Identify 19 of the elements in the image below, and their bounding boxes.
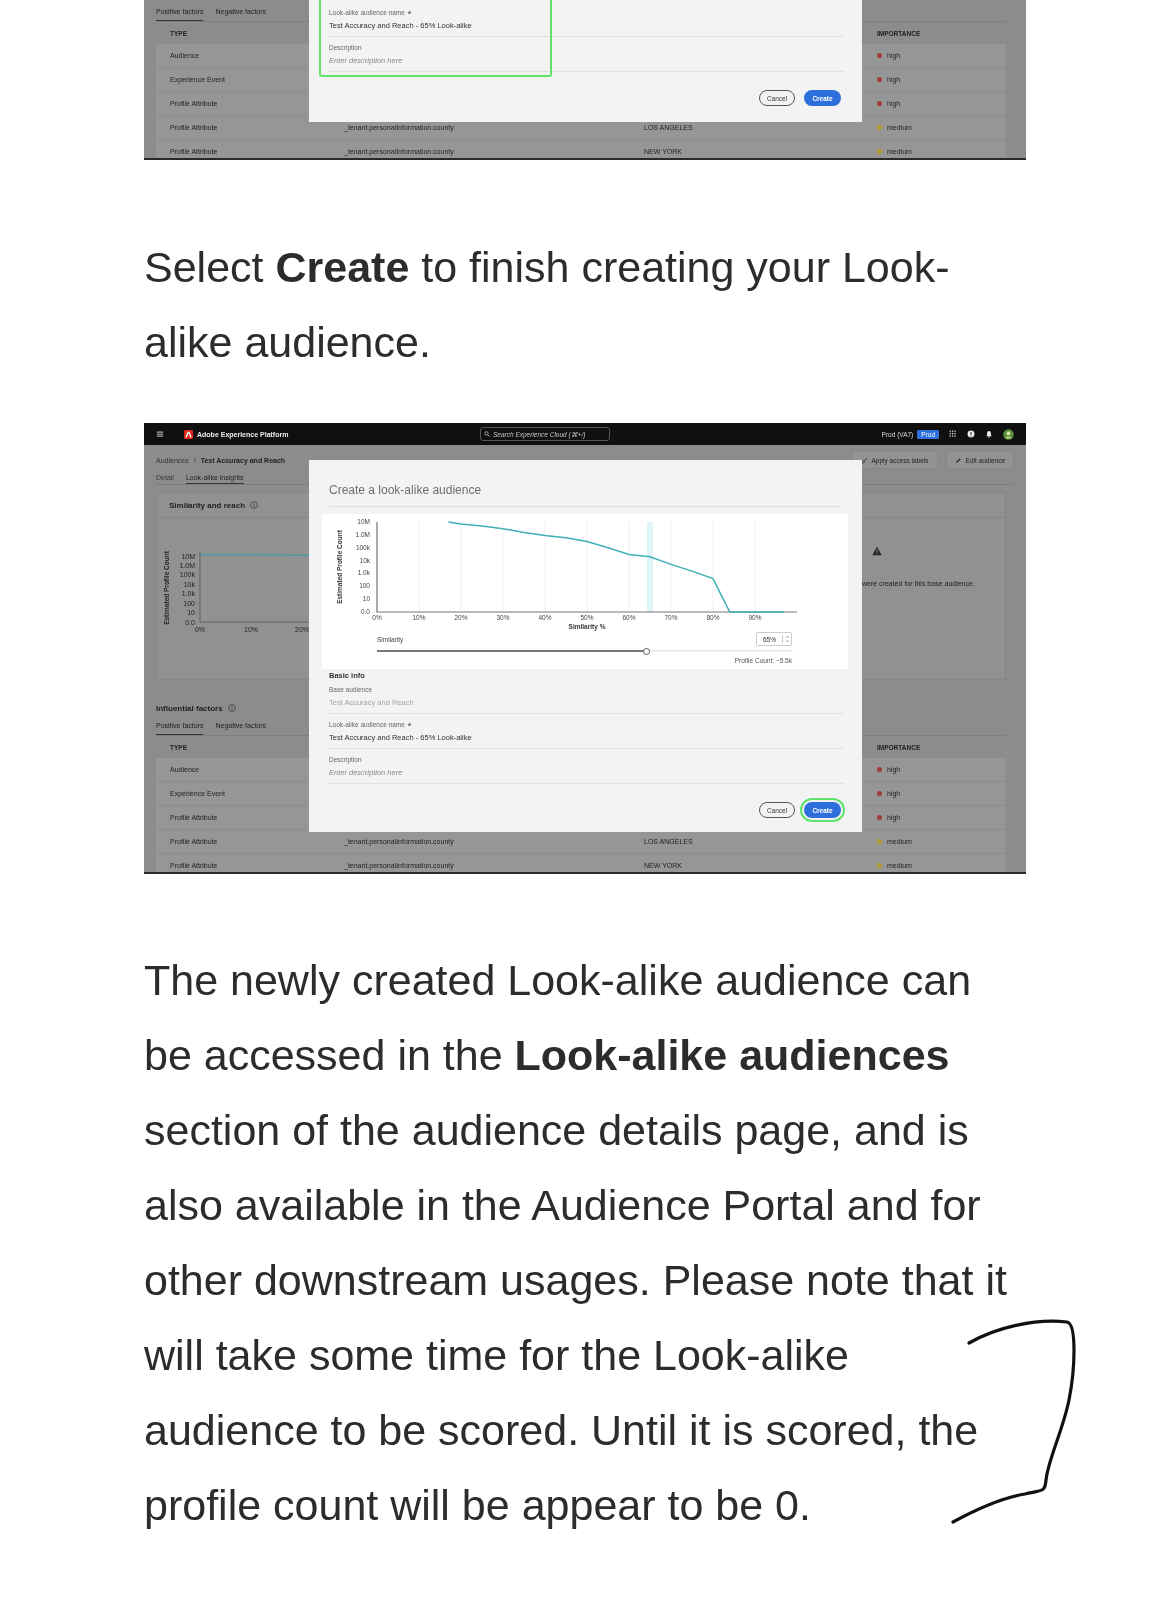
apps-grid-icon[interactable] [949, 430, 957, 438]
required-icon [406, 721, 412, 727]
pencil-icon [954, 456, 962, 464]
help-icon[interactable] [967, 430, 975, 438]
search-icon [484, 431, 490, 437]
slider-thumb[interactable] [643, 647, 651, 655]
body-paragraph: Select Create to finish creating your Look-alike audience. [144, 242, 951, 368]
notification-bell-icon[interactable] [985, 430, 993, 438]
section-title: Influential factors [156, 703, 223, 713]
warning-icon [872, 546, 882, 556]
logo-icon [184, 429, 193, 439]
menu-icon[interactable] [156, 430, 164, 438]
key-icon [860, 456, 868, 464]
avatar[interactable] [1003, 428, 1014, 440]
dialog-title: Create a look-alike audience [329, 483, 482, 497]
card-title: Similarity and reach [169, 500, 246, 510]
required-icon [406, 9, 412, 15]
chevron-right-icon [191, 457, 198, 463]
body-paragraph: The newly created Look-alike audience can be accessed in the Look-alike audiences section of the audience details page, and is also available in the Audience Portal and for other downstream usages. Please note that it will take some time for the Look-alike audience to be scored. Until it is scored, the profile count will be appear to be 0. [144, 955, 1008, 1531]
